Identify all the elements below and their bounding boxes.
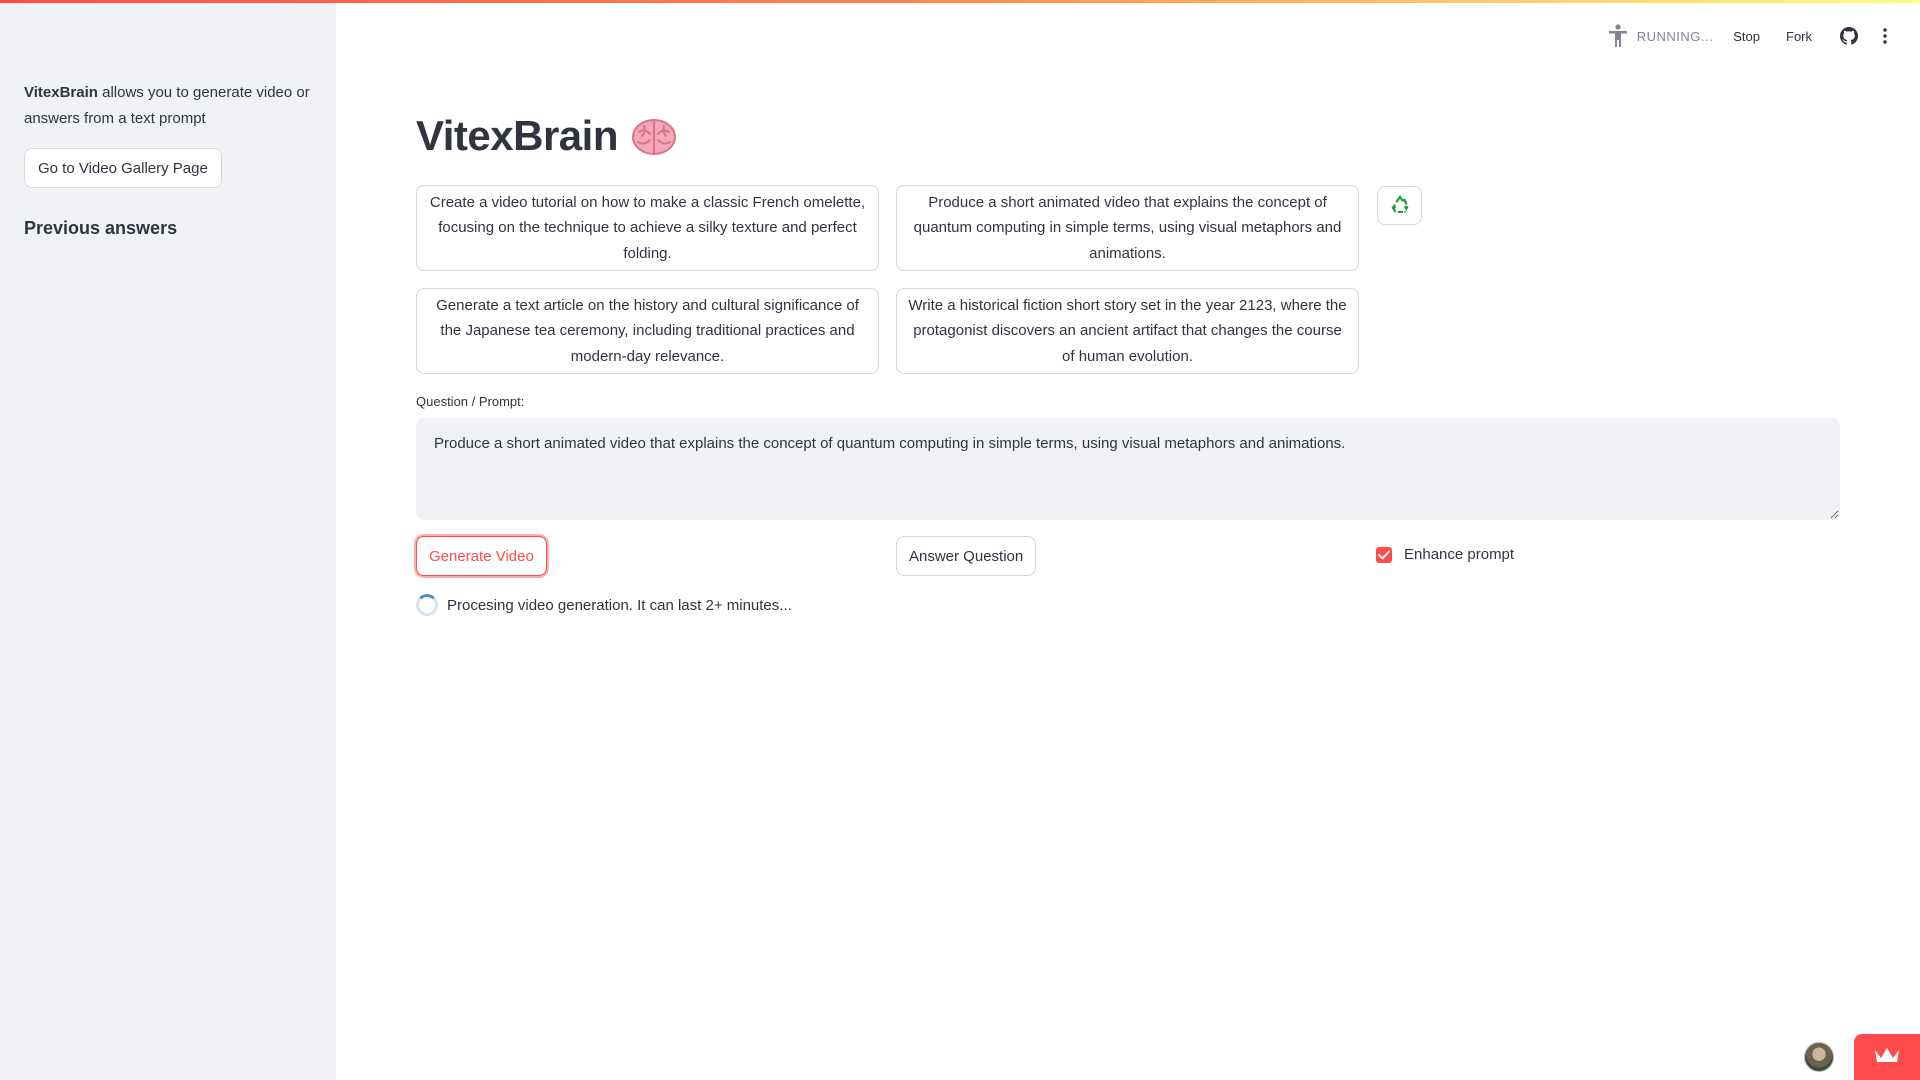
processing-status: Procesing video generation. It can last … <box>416 594 792 616</box>
sidebar: VitexBrain allows you to generate video … <box>0 0 336 1080</box>
answer-question-button[interactable]: Answer Question <box>896 536 1037 576</box>
prompt-textarea[interactable]: Produce a short animated video that expl… <box>416 418 1840 520</box>
processing-text: Procesing video generation. It can last … <box>447 596 792 614</box>
previous-answers-heading: Previous answers <box>24 218 178 238</box>
brain-emoji-icon <box>630 112 678 160</box>
title-row: VitexBrain <box>416 112 678 160</box>
enhance-prompt-checkbox[interactable]: Enhance prompt <box>1376 546 1514 563</box>
generate-video-button[interactable]: Generate Video <box>416 536 547 576</box>
recycle-icon <box>1389 193 1411 218</box>
kebab-menu-icon[interactable] <box>1874 25 1896 47</box>
suggestion-button-1[interactable]: Create a video tutorial on how to make a… <box>416 185 879 271</box>
avatar[interactable] <box>1804 1042 1834 1072</box>
app-header: RUNNING... Stop Fork <box>1605 22 1896 50</box>
crown-icon <box>1873 1046 1901 1069</box>
top-status-bar <box>0 0 1920 3</box>
sidebar-description: VitexBrain allows you to generate video … <box>24 80 314 132</box>
github-icon[interactable] <box>1838 25 1860 47</box>
go-to-gallery-button[interactable]: Go to Video Gallery Page <box>24 148 222 188</box>
fork-button[interactable]: Fork <box>1786 29 1812 44</box>
prompt-label: Question / Prompt: <box>416 394 525 409</box>
page-title: VitexBrain <box>416 112 619 159</box>
spinner-icon <box>416 594 438 616</box>
streamlit-badge[interactable] <box>1854 1034 1920 1080</box>
check-icon[interactable] <box>1376 546 1392 563</box>
enhance-prompt-label: Enhance prompt <box>1404 546 1515 563</box>
running-status: RUNNING... <box>1636 28 1714 44</box>
refresh-suggestions-button[interactable] <box>1377 186 1422 225</box>
app-name: VitexBrain <box>24 84 98 101</box>
suggestion-button-3[interactable]: Generate a text article on the history a… <box>416 288 879 374</box>
suggestion-button-2[interactable]: Produce a short animated video that expl… <box>896 185 1359 271</box>
stop-button[interactable]: Stop <box>1733 29 1760 44</box>
suggestion-button-4[interactable]: Write a historical fiction short story s… <box>896 288 1359 374</box>
accessibility-figure-icon <box>1605 22 1631 50</box>
